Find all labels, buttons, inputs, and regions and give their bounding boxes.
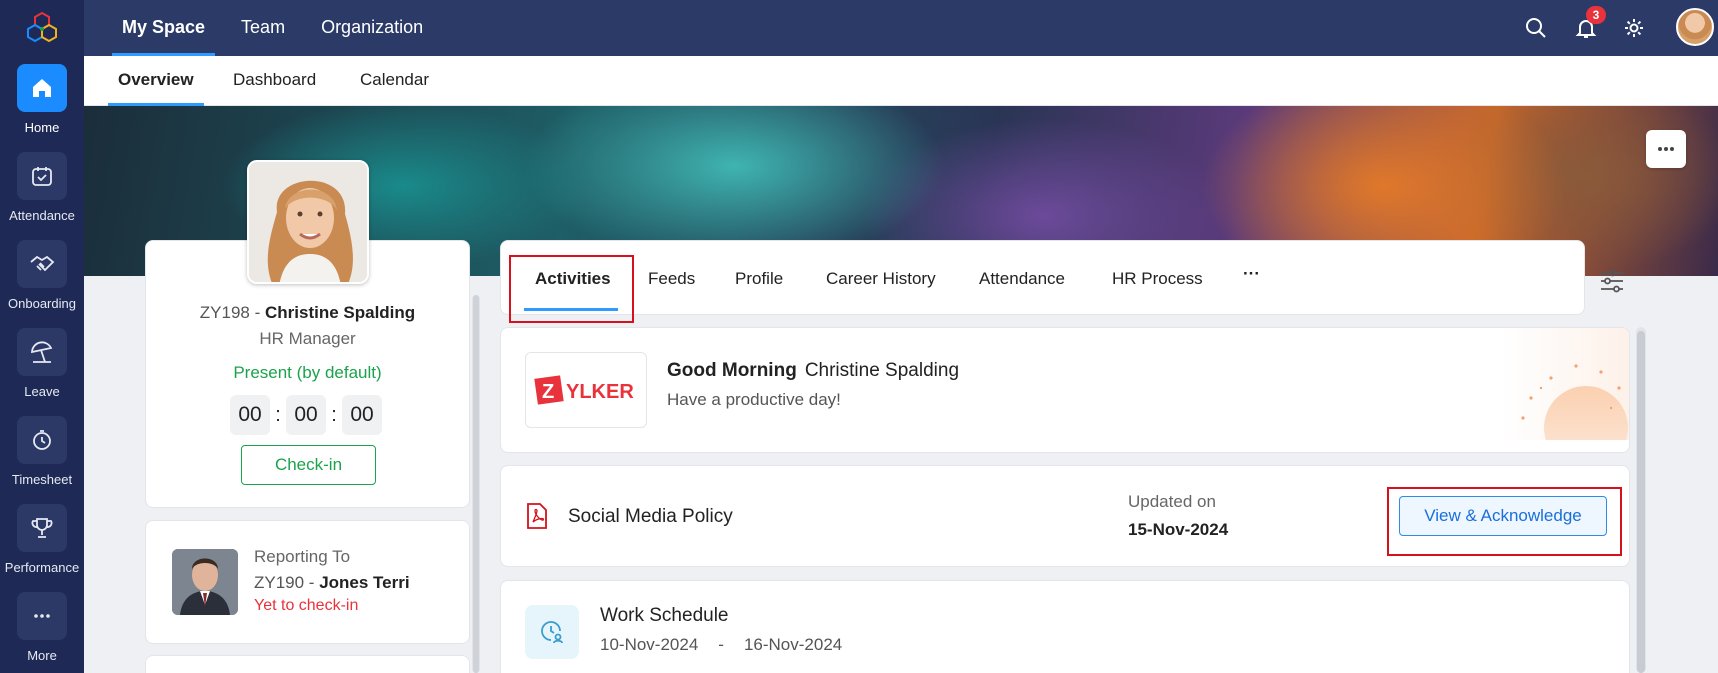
reporting-to-label: Reporting To — [254, 547, 351, 566]
tab-dashboard[interactable]: Dashboard — [233, 56, 316, 106]
rail-item-timesheet[interactable]: Timesheet — [0, 416, 84, 487]
banner-more-icon[interactable] — [1646, 130, 1686, 168]
rail-item-label: Leave — [24, 384, 60, 399]
tab-my-space[interactable]: My Space — [104, 0, 223, 56]
rail-item-label: Timesheet — [11, 472, 73, 487]
sub-nav: Overview Dashboard Calendar — [84, 56, 1718, 106]
filter-settings-icon[interactable] — [1598, 268, 1626, 294]
rail-item-attendance[interactable]: Attendance — [0, 152, 84, 223]
schedule-end: 16-Nov-2024 — [743, 635, 843, 654]
employee-id-name: ZY198 - Christine Spalding — [146, 303, 469, 323]
tab-career-history[interactable]: Career History — [826, 241, 936, 316]
attendance-status: Present (by default) — [233, 363, 382, 382]
schedule-clock-icon — [525, 605, 579, 659]
rail-item-label: Attendance — [9, 208, 75, 223]
tab-attendance[interactable]: Attendance — [979, 241, 1065, 316]
tab-overview[interactable]: Overview — [108, 56, 204, 106]
left-scrollbar[interactable] — [472, 295, 480, 673]
calendar-check-icon — [17, 152, 67, 200]
tab-hr-process[interactable]: HR Process — [1112, 241, 1203, 316]
timer-hours: 00 — [230, 395, 270, 435]
timer-seconds: 00 — [342, 395, 382, 435]
policy-updated-label: Updated on — [1128, 492, 1216, 511]
greeting-card: Z YLKER Good Morning Christine Spalding H… — [500, 327, 1630, 453]
schedule-dash: - — [718, 635, 724, 654]
handshake-icon — [17, 240, 67, 288]
top-nav: My Space Team Organization — [104, 0, 441, 56]
manager-photo[interactable] — [172, 549, 238, 615]
profile-tabs: Activities Feeds Profile Career History … — [500, 240, 1585, 315]
rail-item-more[interactable]: More — [0, 592, 84, 663]
tabs-more-icon[interactable]: ··· — [1243, 241, 1260, 316]
rail-item-home[interactable]: Home — [0, 64, 84, 135]
trophy-icon — [17, 504, 67, 552]
employee-id: ZY198 - — [199, 303, 265, 322]
app-rail: Home Attendance Onboarding Leave Timeshe… — [0, 0, 84, 673]
tab-calendar[interactable]: Calendar — [360, 56, 429, 106]
schedule-range: 10-Nov-2024-16-Nov-2024 — [600, 635, 852, 655]
manager-status: Yet to check-in — [254, 597, 359, 614]
timer-separator: : — [275, 403, 281, 426]
notification-badge: 3 — [1586, 6, 1606, 24]
rail-item-leave[interactable]: Leave — [0, 328, 84, 399]
top-bar: My Space Team Organization 3 — [84, 0, 1718, 56]
more-dots-icon — [17, 592, 67, 640]
schedule-title: Work Schedule — [600, 605, 729, 626]
next-card — [145, 655, 470, 673]
work-schedule-card: Work Schedule 10-Nov-2024-16-Nov-2024 — [500, 580, 1630, 673]
tab-team[interactable]: Team — [223, 0, 303, 56]
rail-item-label: More — [27, 648, 57, 663]
manager-id: ZY190 - — [254, 573, 320, 592]
rail-item-performance[interactable]: Performance — [0, 504, 84, 575]
search-icon[interactable] — [1520, 12, 1552, 44]
notification-bell-icon[interactable]: 3 — [1570, 6, 1606, 44]
schedule-start: 10-Nov-2024 — [600, 635, 699, 654]
manager-id-name: ZY190 - Jones Terri — [254, 573, 410, 593]
beach-umbrella-icon — [17, 328, 67, 376]
tab-profile[interactable]: Profile — [735, 241, 783, 316]
app-logo-icon[interactable] — [22, 10, 62, 46]
svg-text:Z: Z — [542, 381, 554, 403]
pdf-file-icon — [525, 502, 549, 530]
policy-title[interactable]: Social Media Policy — [568, 506, 733, 528]
svg-text:YLKER: YLKER — [566, 381, 634, 403]
greeting-subtitle: Have a productive day! — [667, 390, 841, 409]
rail-item-label: Onboarding — [8, 296, 76, 311]
rail-item-label: Performance — [4, 560, 80, 575]
tab-feeds[interactable]: Feeds — [648, 241, 695, 316]
tab-organization[interactable]: Organization — [303, 0, 441, 56]
greeting-text: Good Morning — [667, 360, 797, 381]
profile-photo[interactable] — [247, 160, 369, 284]
employee-role: HR Manager — [259, 329, 356, 348]
greeting-title: Good Morning Christine Spalding — [667, 360, 959, 382]
check-in-button[interactable]: Check-in — [241, 445, 376, 485]
timer-minutes: 00 — [286, 395, 326, 435]
sunrise-illustration — [1501, 328, 1629, 452]
greeting-name: Christine Spalding — [804, 360, 960, 381]
company-logo: Z YLKER — [525, 352, 647, 428]
stopwatch-icon — [17, 416, 67, 464]
rail-item-label: Home — [24, 120, 60, 135]
employee-name: Christine Spalding — [265, 303, 416, 322]
manager-name[interactable]: Jones Terri — [319, 573, 409, 592]
gear-icon[interactable] — [1618, 12, 1650, 44]
checkin-timer: 00 : 00 : 00 — [230, 395, 382, 435]
main-scrollbar[interactable] — [1636, 327, 1646, 673]
home-icon — [17, 64, 67, 112]
timer-separator: : — [331, 403, 337, 426]
rail-item-onboarding[interactable]: Onboarding — [0, 240, 84, 311]
highlight-box-acknowledge — [1387, 487, 1622, 556]
reporting-to-card: Reporting To ZY190 - Jones Terri Yet to … — [145, 520, 470, 644]
user-avatar[interactable] — [1676, 8, 1714, 46]
policy-updated-date: 15-Nov-2024 — [1128, 520, 1229, 539]
highlight-box-activities — [509, 255, 634, 323]
